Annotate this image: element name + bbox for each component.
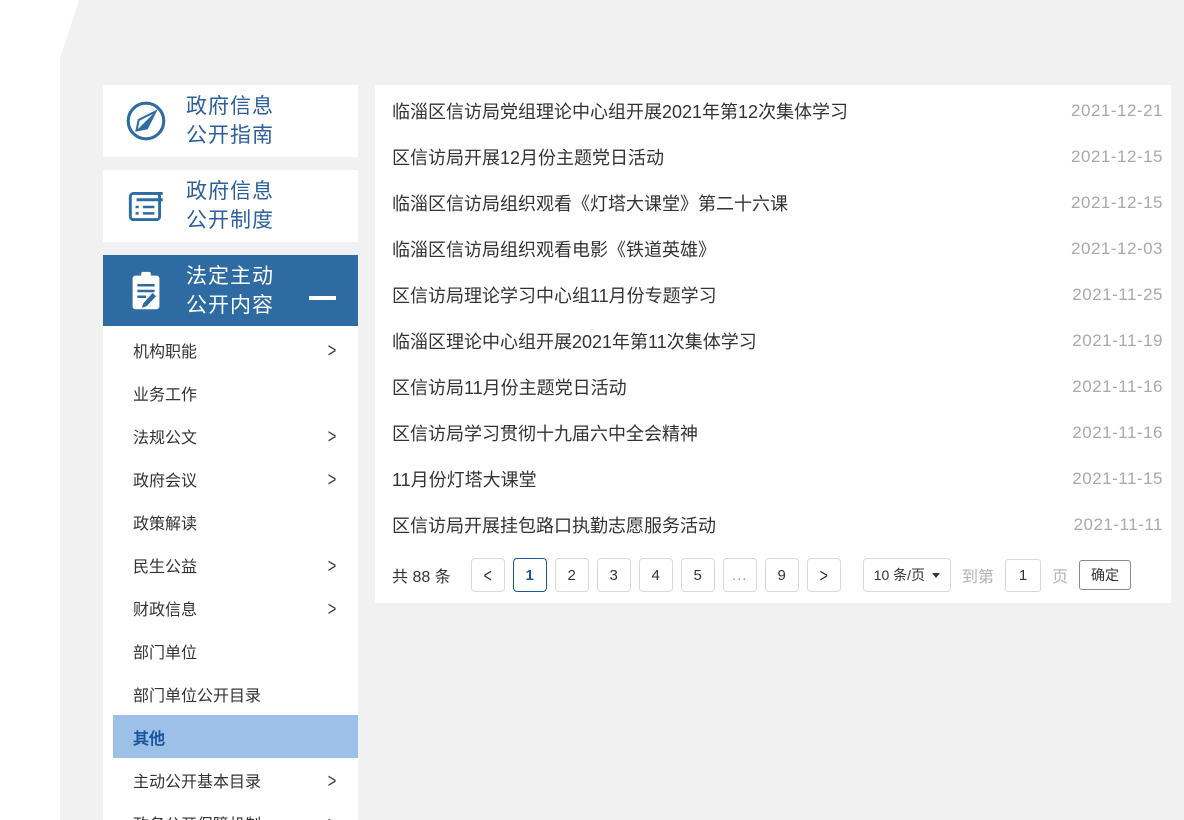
- article-title-link[interactable]: 11月份灯塔大课堂: [392, 466, 537, 492]
- clipboard-pencil-icon: [123, 268, 169, 314]
- sidebar-menu-item[interactable]: 民生公益 >: [103, 543, 358, 586]
- sidebar-menu-item[interactable]: 业务工作: [103, 371, 358, 414]
- sidebar-menu-item[interactable]: 主动公开基本目录 >: [103, 758, 358, 801]
- page-canvas: 政府信息 公开指南 政府信息 公开制度 法定主动 公开内容 机构职能 > 业务工…: [0, 0, 1184, 820]
- page-number-button[interactable]: 9: [764, 558, 799, 592]
- sidebar-menu-item-label: 政策解读: [133, 515, 198, 533]
- goto-page-group: 到第 页 确定: [961, 558, 1131, 592]
- sidebar-menu-item-label: 其他: [133, 730, 166, 748]
- goto-page-input[interactable]: [1004, 558, 1041, 592]
- page-number-button[interactable]: 4: [638, 558, 673, 592]
- article-date: 2021-11-16: [1072, 423, 1163, 442]
- page-number-button[interactable]: 5: [680, 558, 715, 592]
- sidebar-menu-item[interactable]: 机构职能 >: [103, 328, 358, 371]
- left-decoration-strip: [0, 0, 60, 820]
- chevron-right-icon: >: [327, 337, 337, 362]
- total-count-label: 共 88 条: [392, 569, 451, 586]
- article-date: 2021-12-21: [1071, 101, 1163, 120]
- sidebar-menu-item-label: 民生公益: [133, 558, 198, 576]
- article-list-panel: 临淄区信访局党组理论中心组开展2021年第12次集体学习 2021-12-21 …: [375, 85, 1171, 603]
- article-date: 2021-12-15: [1071, 193, 1163, 212]
- chevron-right-icon: >: [327, 552, 337, 577]
- article-date: 2021-12-03: [1071, 239, 1163, 258]
- chevron-right-icon: >: [327, 466, 337, 491]
- article-row[interactable]: 11月份灯塔大课堂 2021-11-15: [375, 456, 1171, 502]
- page-number-button[interactable]: ...: [722, 558, 757, 592]
- chevron-right-icon: >: [819, 563, 828, 587]
- sidebar-item-label: 法定主动 公开内容: [186, 264, 274, 317]
- sidebar-item-disclosure-system[interactable]: 政府信息 公开制度: [103, 170, 358, 242]
- ledger-icon: [123, 183, 169, 229]
- chevron-right-icon: >: [328, 811, 337, 820]
- chevron-right-icon: >: [327, 423, 337, 448]
- article-date: 2021-11-16: [1072, 377, 1163, 396]
- sidebar-menu-item-label: 政府会议: [133, 472, 198, 490]
- chevron-left-icon: <: [483, 563, 492, 587]
- sidebar-menu: 机构职能 > 业务工作 法规公文 > 政府会议 > 政策解读 民生公益 > 财政…: [103, 326, 358, 820]
- article-title-link[interactable]: 临淄区理论中心组开展2021年第11次集体学习: [392, 328, 757, 354]
- sidebar-menu-item[interactable]: 财政信息 >: [103, 586, 358, 629]
- article-title-link[interactable]: 临淄区信访局组织观看《灯塔大课堂》第二十六课: [392, 190, 788, 216]
- sidebar-menu-item[interactable]: 其他: [113, 715, 358, 758]
- article-date: 2021-11-11: [1073, 515, 1163, 534]
- sidebar-menu-item[interactable]: 法规公文 >: [103, 414, 358, 457]
- sidebar-item-label: 政府信息 公开制度: [186, 180, 274, 232]
- chevron-right-icon: >: [327, 767, 337, 792]
- article-title-link[interactable]: 区信访局11月份主题党日活动: [392, 374, 627, 400]
- sidebar-menu-item-label: 主动公开基本目录: [133, 773, 262, 791]
- article-row[interactable]: 区信访局11月份主题党日活动 2021-11-16: [375, 364, 1171, 410]
- article-title-link[interactable]: 区信访局理论学习中心组11月份专题学习: [392, 282, 717, 308]
- article-row[interactable]: 临淄区信访局党组理论中心组开展2021年第12次集体学习 2021-12-21: [375, 88, 1171, 134]
- article-title-link[interactable]: 临淄区信访局组织观看电影《铁道英雄》: [392, 236, 716, 262]
- page-number-button[interactable]: 1: [512, 558, 547, 592]
- article-title-link[interactable]: 区信访局学习贯彻十九届六中全会精神: [392, 420, 698, 446]
- article-row[interactable]: 区信访局学习贯彻十九届六中全会精神 2021-11-16: [375, 410, 1171, 456]
- confirm-button[interactable]: 确定: [1079, 560, 1131, 590]
- article-date: 2021-11-15: [1072, 469, 1163, 488]
- left-decoration-diagonal: [60, 0, 79, 58]
- article-row[interactable]: 临淄区信访局组织观看《灯塔大课堂》第二十六课 2021-12-15: [375, 180, 1171, 226]
- sidebar-menu-item-label: 部门单位公开目录: [133, 687, 262, 705]
- article-row[interactable]: 区信访局开展12月份主题党日活动 2021-12-15: [375, 134, 1171, 180]
- goto-prefix-label: 到第: [961, 569, 994, 586]
- page-size-select[interactable]: 10 条/页: [862, 558, 952, 592]
- article-date: 2021-11-19: [1072, 331, 1163, 350]
- sidebar-menu-item-label: 法规公文: [133, 429, 198, 447]
- sidebar-menu-item-label: 业务工作: [133, 386, 198, 404]
- article-row[interactable]: 临淄区理论中心组开展2021年第11次集体学习 2021-11-19: [375, 318, 1171, 364]
- article-row[interactable]: 区信访局理论学习中心组11月份专题学习 2021-11-25: [375, 272, 1171, 318]
- sidebar-menu-item-label: 政务公开保障机制: [133, 811, 261, 820]
- sidebar-menu-item[interactable]: 部门单位公开目录: [103, 672, 358, 715]
- sidebar-item-disclosure-guide[interactable]: 政府信息 公开指南: [103, 85, 358, 157]
- sidebar-menu-item[interactable]: 政策解读: [103, 500, 358, 543]
- sidebar-menu-item[interactable]: 政府会议 >: [103, 457, 358, 500]
- goto-suffix-label: 页: [1051, 569, 1068, 586]
- collapse-minus-icon[interactable]: [309, 296, 336, 300]
- article-title-link[interactable]: 临淄区信访局党组理论中心组开展2021年第12次集体学习: [392, 98, 848, 124]
- chevron-down-icon: [932, 572, 941, 578]
- page-number-button[interactable]: 3: [596, 558, 631, 592]
- sidebar-item-statutory-disclosure[interactable]: 法定主动 公开内容: [103, 255, 358, 326]
- page-number-button[interactable]: 2: [554, 558, 589, 592]
- chevron-right-icon: >: [327, 595, 337, 620]
- sidebar: 政府信息 公开指南 政府信息 公开制度 法定主动 公开内容 机构职能 > 业务工…: [103, 85, 358, 820]
- article-title-link[interactable]: 区信访局开展挂包路口执勤志愿服务活动: [392, 512, 716, 538]
- sidebar-menu-item[interactable]: 部门单位: [103, 629, 358, 672]
- article-title-link[interactable]: 区信访局开展12月份主题党日活动: [392, 144, 664, 170]
- compass-icon: [123, 98, 169, 144]
- pagination-bar: 共 88 条 < 1 2 3 4 5 ... 9 > 10 条/页 到第 1 页…: [375, 558, 1171, 592]
- page-size-label: 10 条/页: [873, 567, 926, 583]
- article-date: 2021-12-15: [1071, 147, 1163, 166]
- article-row[interactable]: 区信访局开展挂包路口执勤志愿服务活动 2021-11-11: [375, 502, 1171, 548]
- prev-page-button[interactable]: <: [470, 558, 505, 592]
- sidebar-menu-item-label: 机构职能: [133, 343, 198, 361]
- article-date: 2021-11-25: [1072, 285, 1163, 304]
- sidebar-menu-item-label: 部门单位: [133, 644, 198, 662]
- sidebar-item-label: 政府信息 公开指南: [186, 95, 274, 147]
- next-page-button[interactable]: >: [806, 558, 841, 592]
- article-row[interactable]: 临淄区信访局组织观看电影《铁道英雄》 2021-12-03: [375, 226, 1171, 272]
- sidebar-menu-item-label: 财政信息: [133, 601, 198, 619]
- sidebar-menu-item[interactable]: 政务公开保障机制 >: [103, 801, 358, 820]
